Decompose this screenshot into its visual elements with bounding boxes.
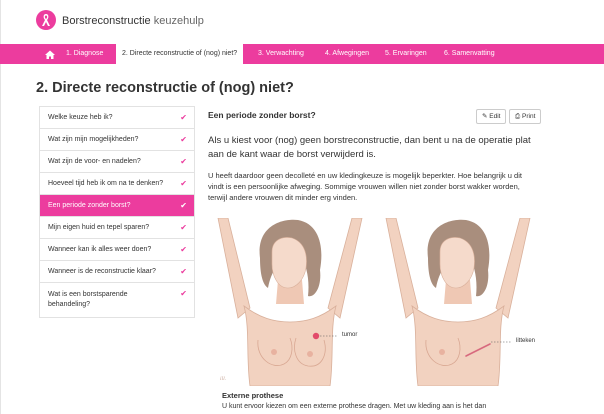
sidebar-item-borstsparende-behandeling[interactable]: Wat is een borstsparende behandeling? ✔ <box>40 283 194 317</box>
check-icon: ✔ <box>180 223 187 232</box>
check-icon: ✔ <box>180 157 187 166</box>
sidebar-item-alles-weer-doen[interactable]: Wanneer kan ik alles weer doen? ✔ <box>40 239 194 261</box>
nav-item-samenvatting[interactable]: 6. Samenvatting <box>444 44 495 64</box>
printer-icon: ⎙ <box>515 113 521 120</box>
sidebar-item-label: Wat zijn mijn mogelijkheden? <box>48 136 139 143</box>
lead-paragraph: Als u kiest voor (nog) geen borstreconst… <box>208 135 531 160</box>
main-navigation: 1. Diagnose 2. Directe reconstructie of … <box>0 44 604 64</box>
tumor-callout: tumor <box>342 332 358 338</box>
pink-ribbon-icon[interactable] <box>36 10 56 30</box>
sidebar-item-label: Hoeveel tijd heb ik om na te denken? <box>48 180 164 187</box>
home-icon[interactable] <box>44 48 56 60</box>
question-sidebar: Welke keuze heb ik? ✔ Wat zijn mijn moge… <box>39 106 195 318</box>
sidebar-item-label: Welke keuze heb ik? <box>48 114 113 121</box>
body-paragraph: U heeft daardoor geen decolleté en uw kl… <box>208 171 522 202</box>
sidebar-item-tijd-nadenken[interactable]: Hoeveel tijd heb ik om na te denken? ✔ <box>40 173 194 195</box>
nav-item-diagnose[interactable]: 1. Diagnose <box>66 44 103 64</box>
check-icon: ✔ <box>180 201 187 210</box>
site-header: Borstreconstructie keuzehulp <box>0 0 604 44</box>
check-icon: ✔ <box>180 289 187 298</box>
subsection-text: U kunt ervoor kiezen om een externe prot… <box>222 403 487 410</box>
nav-item-ervaringen[interactable]: 5. Ervaringen <box>385 44 427 64</box>
print-button[interactable]: ⎙ Print <box>509 109 542 124</box>
brand-rest: keuzehulp <box>153 15 204 27</box>
illustration-tumor: ill. tumor <box>210 217 370 387</box>
nav-item-directe-reconstructie[interactable]: 2. Directe reconstructie of (nog) niet? <box>116 44 244 64</box>
nav-item-afwegingen[interactable]: 4. Afwegingen <box>325 44 369 64</box>
check-icon: ✔ <box>180 179 187 188</box>
check-icon: ✔ <box>180 135 187 144</box>
check-icon: ✔ <box>180 267 187 276</box>
pencil-icon: ✎ <box>482 113 488 120</box>
subsection-title: Externe prothese <box>222 391 284 400</box>
sidebar-item-periode-zonder-borst[interactable]: Een periode zonder borst? ✔ <box>40 195 194 217</box>
sidebar-item-label: Een periode zonder borst? <box>48 202 131 209</box>
page-title: 2. Directe reconstructie of (nog) niet? <box>36 80 294 96</box>
sidebar-item-label: Wat is een borstsparende behandeling? <box>48 291 128 308</box>
sidebar-item-huid-tepel[interactable]: Mijn eigen huid en tepel sparen? ✔ <box>40 217 194 239</box>
brand-bold: Borstreconstructie <box>62 15 151 27</box>
svg-text:ill.: ill. <box>220 376 227 382</box>
sidebar-item-label: Wanneer kan ik alles weer doen? <box>48 246 152 253</box>
sidebar-item-mogelijkheden[interactable]: Wat zijn mijn mogelijkheden? ✔ <box>40 129 194 151</box>
edit-label: Edit <box>489 113 501 120</box>
print-label: Print <box>522 113 536 120</box>
sidebar-item-reconstructie-klaar[interactable]: Wanneer is de reconstructie klaar? ✔ <box>40 261 194 283</box>
edit-button[interactable]: ✎ Edit <box>476 109 507 124</box>
check-icon: ✔ <box>180 245 187 254</box>
section-title: Een periode zonder borst? <box>208 110 316 120</box>
sidebar-item-welke-keuze[interactable]: Welke keuze heb ik? ✔ <box>40 107 194 129</box>
sidebar-item-voor-nadelen[interactable]: Wat zijn de voor- en nadelen? ✔ <box>40 151 194 173</box>
sidebar-item-label: Wanneer is de reconstructie klaar? <box>48 268 156 275</box>
sidebar-item-label: Wat zijn de voor- en nadelen? <box>48 158 141 165</box>
check-icon: ✔ <box>180 113 187 122</box>
litteken-callout: litteken <box>516 338 536 344</box>
nav-item-verwachting[interactable]: 3. Verwachting <box>258 44 304 64</box>
illustration-litteken: litteken <box>378 217 538 387</box>
sidebar-item-label: Mijn eigen huid en tepel sparen? <box>48 224 150 231</box>
brand-title[interactable]: Borstreconstructie keuzehulp <box>62 15 204 27</box>
